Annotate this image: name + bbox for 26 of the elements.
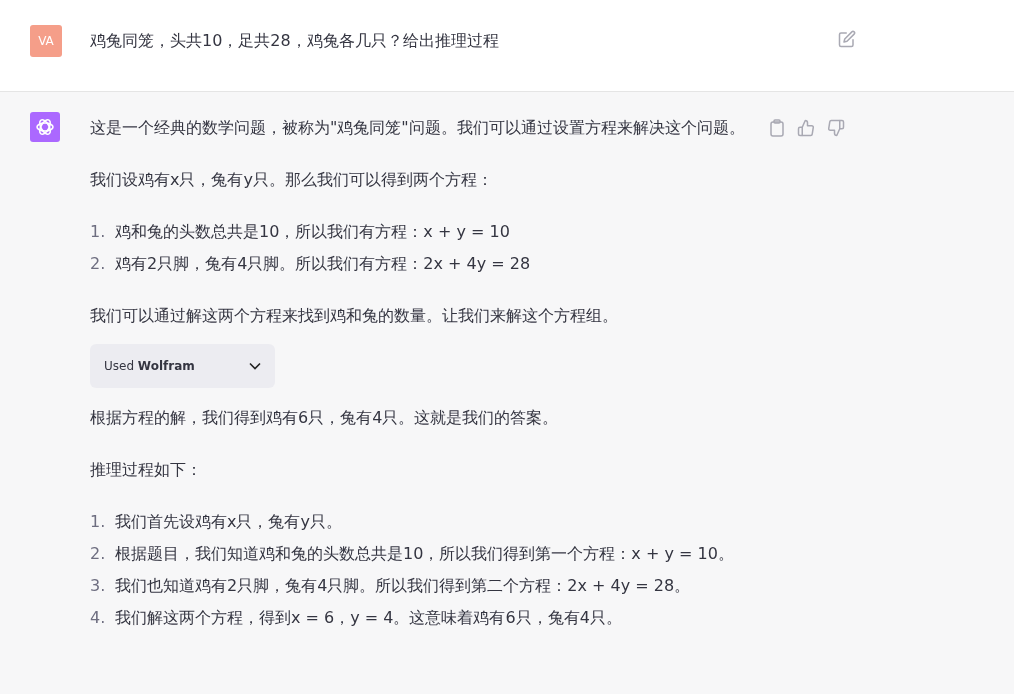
thumbs-up-icon[interactable] <box>796 119 815 137</box>
thumbs-down-icon[interactable] <box>826 119 845 137</box>
user-avatar: VA <box>30 25 62 57</box>
list-item-text: 我们首先设鸡有x只，兔有y只。 <box>115 511 342 533</box>
plugin-dropdown[interactable]: Used Wolfram <box>90 344 275 388</box>
message-paragraph: 推理过程如下： <box>90 459 202 481</box>
list-number: 1. <box>90 221 107 243</box>
message-paragraph: 我们可以通过解这两个方程来找到鸡和兔的数量。让我们来解这个方程组。 <box>90 305 618 327</box>
list-number: 2. <box>90 253 107 275</box>
message-paragraph: 根据方程的解，我们得到鸡有6只，兔有4只。这就是我们的答案。 <box>90 407 559 429</box>
list-number: 4. <box>90 607 107 629</box>
list-item-text: 我们也知道鸡有2只脚，兔有4只脚。所以我们得到第二个方程：2x + 4y = 28。 <box>115 575 691 597</box>
list-item-text: 根据题目，我们知道鸡和兔的头数总共是10，所以我们得到第一个方程：x + y = 10。 <box>115 543 734 565</box>
list-item-text: 我们解这两个方程，得到x = 6，y = 4。这意味着鸡有6只，兔有4只。 <box>115 607 622 629</box>
message-paragraph: 这是一个经典的数学问题，被称为"鸡兔同笼"问题。我们可以通过设置方程来解决这个问题。 <box>90 117 745 139</box>
list-item-text: 鸡有2只脚，兔有4只脚。所以我们有方程：2x + 4y = 28 <box>115 253 531 275</box>
message-paragraph: 我们设鸡有x只，兔有y只。那么我们可以得到两个方程： <box>90 169 493 191</box>
list-number: 1. <box>90 511 107 533</box>
clipboard-icon[interactable] <box>768 119 785 137</box>
assistant-logo-icon <box>30 112 60 142</box>
chevron-down-icon <box>249 362 261 370</box>
list-number: 3. <box>90 575 107 597</box>
list-number: 2. <box>90 543 107 565</box>
list-item-text: 鸡和兔的头数总共是10，所以我们有方程：x + y = 10 <box>115 221 510 243</box>
user-message: 鸡兔同笼，头共10，足共28，鸡兔各几只？给出推理过程 <box>90 30 500 52</box>
edit-icon[interactable] <box>838 30 856 48</box>
